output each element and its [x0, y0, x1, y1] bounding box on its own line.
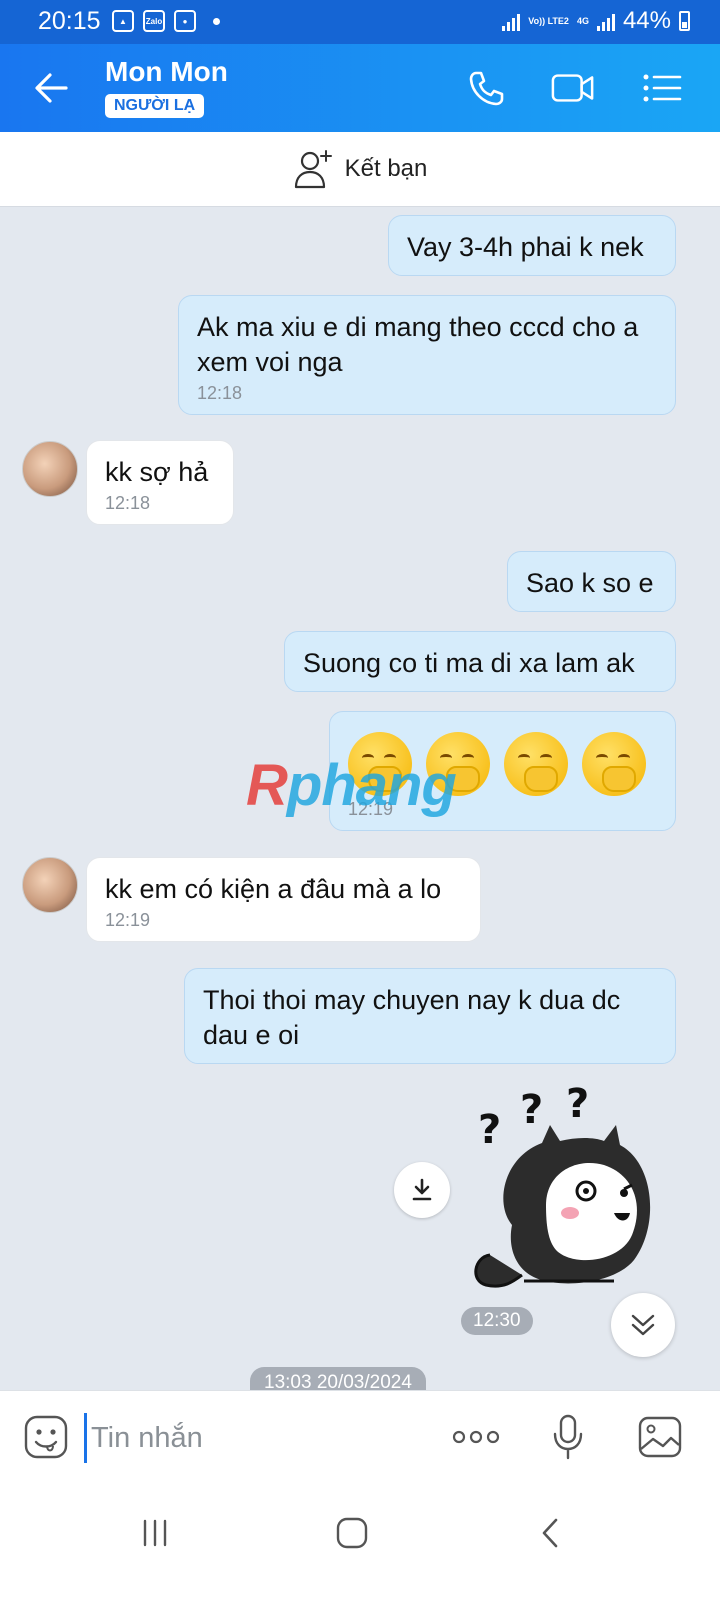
- message-text: Ak ma xiu e di mang theo cccd cho a xem …: [197, 312, 639, 377]
- sticker-time: 12:30: [461, 1307, 533, 1335]
- clock: 20:15: [38, 7, 101, 35]
- camera-notification-icon: ●: [174, 10, 196, 32]
- watermark: Rphang: [246, 752, 457, 819]
- more-icon[interactable]: [450, 1413, 502, 1461]
- add-user-icon: [294, 150, 332, 189]
- stranger-badge: NGƯỜI LẠ: [105, 94, 205, 118]
- message-bubble-in[interactable]: kk sợ hả 12:18: [86, 440, 234, 525]
- watermark-initial: R: [246, 753, 288, 818]
- contact-avatar[interactable]: [22, 441, 78, 497]
- video-icon[interactable]: [551, 66, 595, 110]
- battery-percent: 44%: [622, 7, 671, 34]
- message-bubble-out[interactable]: Sao k so e: [507, 551, 676, 612]
- status-bar: 20:15 ▲ Zalo ● Vo)) LTE2 4G 44%: [0, 0, 720, 44]
- more-notifications-icon: [213, 17, 220, 25]
- message-text: Suong co ti ma di xa lam ak: [303, 648, 635, 678]
- zalo-notification-icon: Zalo: [143, 10, 165, 32]
- mic-icon[interactable]: [544, 1413, 592, 1461]
- watermark-rest: phang: [286, 753, 457, 818]
- add-friend-button[interactable]: Kết bạn: [0, 132, 720, 207]
- message-input[interactable]: [84, 1413, 423, 1463]
- date-separator: 13:03 20/03/2024: [250, 1367, 426, 1390]
- gallery-notification-icon: ▲: [112, 10, 134, 32]
- message-time: 12:18: [197, 383, 243, 403]
- hand-over-mouth-emoji-icon: [504, 732, 568, 796]
- contact-name[interactable]: Mon Mon: [105, 56, 228, 88]
- notification-icons: ▲ Zalo ●: [112, 10, 220, 32]
- scroll-to-bottom-button[interactable]: [611, 1293, 675, 1357]
- home-icon[interactable]: [322, 1508, 382, 1558]
- recent-apps-icon[interactable]: [125, 1508, 185, 1558]
- image-icon[interactable]: [636, 1413, 684, 1461]
- svg-text:?: ?: [566, 1085, 589, 1127]
- hand-over-mouth-emoji-icon: [582, 732, 646, 796]
- message-text: kk sợ hả: [105, 457, 209, 487]
- contact-avatar[interactable]: [22, 857, 78, 913]
- message-bubble-out[interactable]: Suong co ti ma di xa lam ak: [284, 631, 676, 692]
- message-bubble-out[interactable]: Thoi thoi may chuyen nay k dua dc dau e …: [184, 968, 676, 1064]
- sticker-icon[interactable]: [22, 1413, 70, 1461]
- message-bubble-in[interactable]: kk em có kiện a đâu mà a lo 12:19: [86, 857, 481, 942]
- back-arrow-icon[interactable]: [30, 68, 74, 108]
- double-chevron-down-icon: [631, 1314, 655, 1336]
- back-icon[interactable]: [520, 1508, 580, 1558]
- phone-icon[interactable]: [464, 66, 508, 110]
- chat-area[interactable]: Vay 3-4h phai k nek Ak ma xiu e di mang …: [0, 207, 720, 1390]
- download-icon: [412, 1178, 432, 1201]
- battery-icon: [679, 11, 690, 31]
- message-time: 12:18: [105, 493, 151, 513]
- svg-text:?: ?: [520, 1087, 543, 1133]
- message-time: 12:19: [105, 910, 151, 930]
- message-text: kk em có kiện a đâu mà a lo: [105, 874, 442, 904]
- volte-icon: Vo)) LTE2: [528, 16, 569, 26]
- signal-1-icon: [502, 11, 521, 31]
- add-friend-label: Kết bạn: [344, 155, 428, 182]
- message-bubble-out[interactable]: Vay 3-4h phai k nek: [388, 215, 676, 276]
- network-type-icon: 4G: [576, 16, 589, 26]
- status-right: Vo)) LTE2 4G 44%: [502, 7, 690, 35]
- menu-list-icon[interactable]: [640, 66, 684, 110]
- download-sticker-button[interactable]: [394, 1162, 450, 1218]
- message-text: Thoi thoi may chuyen nay k dua dc dau e …: [203, 985, 621, 1050]
- message-composer: [0, 1390, 720, 1483]
- message-bubble-out[interactable]: Ak ma xiu e di mang theo cccd cho a xem …: [178, 295, 676, 415]
- signal-2-icon: [596, 11, 615, 31]
- chat-header: Mon Mon NGƯỜI LẠ: [0, 44, 720, 132]
- message-text: Sao k so e: [526, 568, 654, 598]
- message-text: Vay 3-4h phai k nek: [407, 232, 644, 262]
- husky-question-sticker[interactable]: ? ? ?: [464, 1081, 674, 1295]
- system-nav-bar: [0, 1482, 720, 1600]
- svg-text:?: ?: [478, 1107, 501, 1153]
